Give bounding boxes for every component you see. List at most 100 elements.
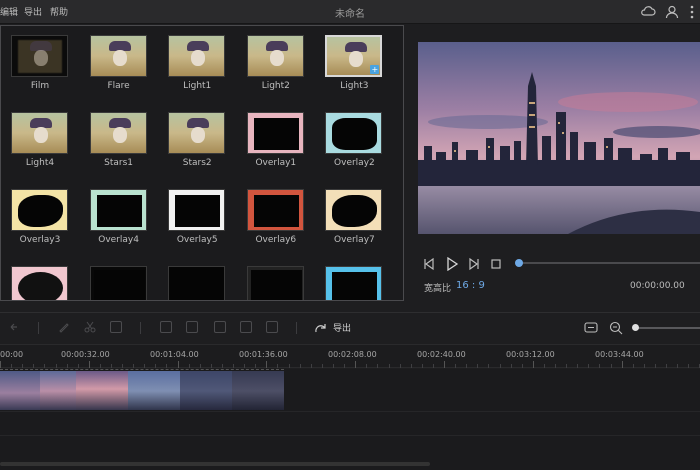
ruler-major-tick (89, 361, 90, 368)
voiceover-icon[interactable] (266, 321, 278, 333)
ruler-minor-tick (644, 364, 645, 368)
effect-item[interactable]: Light4 (1, 103, 79, 183)
ruler-minor-tick (488, 364, 489, 368)
effect-item[interactable]: Overlay4 (80, 180, 158, 260)
play-icon[interactable] (445, 257, 459, 271)
step-back-icon[interactable] (422, 257, 436, 271)
aspect-ratio-select[interactable]: 16 : 9 (456, 280, 485, 291)
effect-thumbnail (168, 112, 226, 154)
ruler-minor-tick (122, 364, 123, 368)
fit-timeline-icon[interactable] (584, 321, 598, 334)
ruler-minor-tick (333, 364, 334, 368)
more-menu-icon[interactable] (684, 4, 700, 20)
timeline-horizontal-scrollbar[interactable] (0, 462, 430, 466)
effect-item[interactable]: Stars2 (158, 103, 236, 183)
toolbar-divider (296, 322, 297, 334)
ruler-minor-tick (144, 364, 145, 368)
effect-label: Overlay7 (334, 235, 375, 245)
effect-item[interactable]: Flare (80, 26, 158, 106)
timeline-toolbar: 导出 (0, 312, 700, 342)
effect-thumbnail (89, 266, 147, 300)
crop-icon[interactable] (160, 321, 172, 333)
title-bar: 编辑 导出 帮助 未命名 (0, 0, 700, 24)
ruler-minor-tick (400, 364, 401, 368)
overlay-mask-shape (253, 195, 299, 227)
ruler-minor-tick (300, 364, 301, 368)
ruler-minor-tick (588, 364, 589, 368)
ruler-minor-tick (67, 364, 68, 368)
zoom-out-icon[interactable] (609, 321, 623, 335)
freeze-frame-icon[interactable] (214, 321, 226, 333)
effect-item[interactable] (158, 257, 236, 300)
ruler-minor-tick (133, 364, 134, 368)
effect-thumbnail: + (325, 35, 383, 77)
effect-thumbnail (168, 189, 226, 231)
delete-icon[interactable] (110, 321, 122, 333)
ruler-minor-tick (255, 364, 256, 368)
zoom-slider-track[interactable] (633, 327, 700, 329)
ruler-tick-label: 00:00:32.00 (61, 350, 110, 359)
effect-item[interactable] (80, 257, 158, 300)
effect-label: Light4 (25, 158, 55, 168)
playback-progress-track[interactable] (518, 262, 700, 264)
edit-icon[interactable] (58, 321, 70, 333)
cloud-sync-icon[interactable] (640, 4, 656, 20)
effect-item[interactable]: Film (1, 26, 79, 106)
effect-label: Stars2 (182, 158, 212, 168)
time-readout: 00:00:00.00 (630, 281, 685, 291)
export-button[interactable]: 导出 (333, 321, 351, 334)
user-icon[interactable] (664, 4, 680, 20)
effect-item[interactable]: Overlay3 (1, 180, 79, 260)
ruler-minor-tick (155, 364, 156, 368)
toolbar-divider (38, 322, 39, 334)
effect-thumbnail (325, 189, 383, 231)
ruler-minor-tick (311, 364, 312, 368)
video-preview (418, 42, 700, 234)
effect-label: Overlay5 (176, 235, 218, 245)
ruler-minor-tick (56, 364, 57, 368)
video-clip[interactable] (0, 369, 284, 410)
playback-progress-handle[interactable] (515, 259, 523, 267)
effect-item[interactable] (315, 257, 393, 300)
ruler-minor-tick (411, 364, 412, 368)
effect-item[interactable]: Overlay2 (315, 103, 393, 183)
timeline-tracks (0, 369, 700, 470)
window-title: 未命名 (335, 9, 365, 20)
ruler-minor-tick (277, 364, 278, 368)
effect-label: Light2 (261, 81, 290, 91)
ruler-minor-tick (511, 364, 512, 368)
effect-item[interactable]: + Light3 (315, 26, 393, 106)
effect-item[interactable]: Overlay1 (237, 103, 315, 183)
cut-icon[interactable] (84, 321, 96, 333)
overlay-mask-shape (253, 118, 299, 150)
ruler-minor-tick (289, 364, 290, 368)
effect-thumbnail (168, 35, 226, 77)
ruler-minor-tick (677, 364, 678, 368)
duration-icon[interactable] (240, 321, 252, 333)
ruler-minor-tick (389, 364, 390, 368)
effect-item[interactable] (237, 257, 315, 300)
effect-item[interactable]: Light1 (158, 26, 236, 106)
ruler-minor-tick (322, 364, 323, 368)
ruler-minor-tick (522, 364, 523, 368)
effect-item[interactable]: Overlay5 (158, 180, 236, 260)
undo-icon[interactable] (8, 321, 20, 333)
ruler-minor-tick (233, 364, 234, 368)
ruler-minor-tick (566, 364, 567, 368)
effect-item[interactable]: Overlay7 (315, 180, 393, 260)
mosaic-icon[interactable] (186, 321, 198, 333)
step-forward-icon[interactable] (467, 257, 481, 271)
ruler-minor-tick (244, 364, 245, 368)
export-icon[interactable] (314, 321, 328, 335)
ruler-minor-tick (544, 364, 545, 368)
effect-label: Overlay4 (98, 235, 139, 245)
effect-item[interactable]: Overlay6 (237, 180, 315, 260)
stop-icon[interactable] (489, 257, 503, 271)
overlay-mask-shape (332, 195, 378, 227)
effect-item[interactable]: Light2 (237, 26, 315, 106)
zoom-slider-handle[interactable] (632, 324, 639, 331)
effect-item[interactable] (1, 257, 79, 300)
effect-thumbnail (325, 112, 383, 154)
effect-item[interactable]: Stars1 (80, 103, 158, 183)
add-effect-icon[interactable]: + (370, 65, 380, 74)
